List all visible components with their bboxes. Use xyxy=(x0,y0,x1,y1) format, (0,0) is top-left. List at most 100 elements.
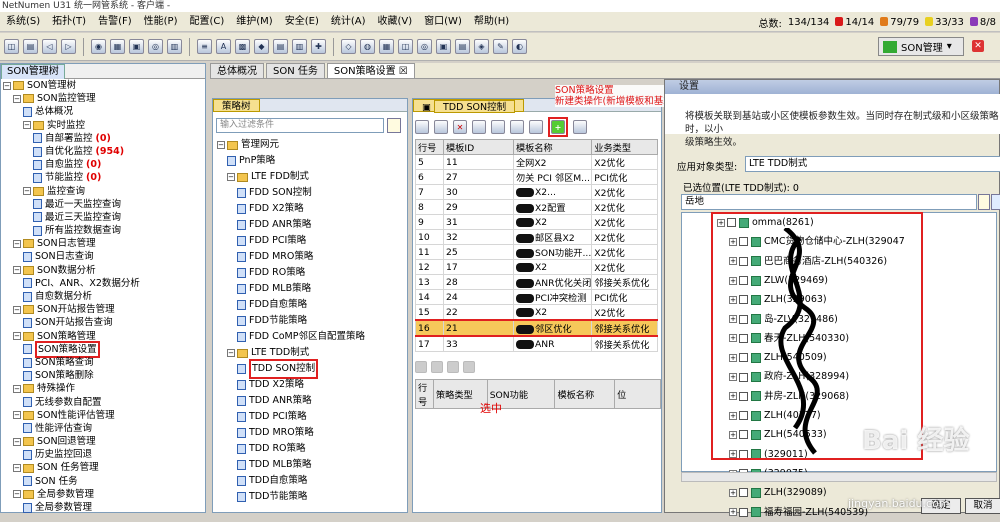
toolbar-tool-icon[interactable]: ▥ xyxy=(167,39,182,54)
tree-node[interactable]: 最近一天监控查询 xyxy=(3,198,205,211)
tree-node[interactable]: − SON性能评估管理 xyxy=(3,409,205,422)
toolbar-tool-icon[interactable]: A xyxy=(216,39,231,54)
menu-item[interactable]: 统计(A) xyxy=(325,12,372,32)
tree-node[interactable]: SON日志查询 xyxy=(3,250,205,263)
toolbar-tool-icon[interactable]: ◇ xyxy=(341,39,356,54)
alarm-warning[interactable]: 8/8 xyxy=(969,17,996,28)
menu-item[interactable]: 告警(F) xyxy=(92,12,138,32)
tab-son-strategy-settings[interactable]: SON策略设置 ☒ xyxy=(326,63,415,78)
tree-node[interactable]: TDD SON控制 xyxy=(217,359,405,379)
tree-node[interactable]: FDD SON控制 xyxy=(217,185,405,201)
tree-node[interactable]: − SON 任务管理 xyxy=(3,461,205,474)
expand-icon[interactable]: − xyxy=(13,239,21,248)
search-option-icon[interactable] xyxy=(991,194,1000,210)
expand-icon[interactable]: − xyxy=(23,187,31,196)
tree-node[interactable]: FDD X2策略 xyxy=(217,201,405,217)
tree-node[interactable]: FDD MRO策略 xyxy=(217,249,405,265)
tree-node[interactable]: TDD节能策略 xyxy=(217,489,405,505)
tree-node[interactable]: − SON监控管理 xyxy=(3,92,205,105)
tree-node[interactable]: − SON开站报告管理 xyxy=(3,303,205,316)
tree-node[interactable]: 无线参数自配置 xyxy=(3,396,205,409)
expand-icon[interactable]: − xyxy=(13,384,21,393)
tree-node[interactable]: 自部署监控 (0) xyxy=(3,132,205,145)
tree-node[interactable]: 全局参数管理 xyxy=(3,501,205,514)
tree-node[interactable]: SON策略设置 xyxy=(3,340,205,358)
toolbar-tool-icon[interactable]: ◎ xyxy=(417,39,432,54)
expand-icon[interactable]: + xyxy=(729,488,737,497)
table-row[interactable]: 6 27 勿关 PCI 邻区M... PCI优化 xyxy=(415,169,659,185)
table-row[interactable]: 7 30 X2... X2优化 xyxy=(415,184,659,200)
expand-icon[interactable]: − xyxy=(23,121,31,130)
lower-tool-icon[interactable] xyxy=(415,361,427,373)
tree-node[interactable]: TDD MLB策略 xyxy=(217,457,405,473)
edit-icon[interactable] xyxy=(434,120,448,134)
export-icon[interactable] xyxy=(510,120,524,134)
tree-node[interactable]: − 实时监控 xyxy=(3,119,205,132)
expand-icon[interactable]: − xyxy=(227,349,235,357)
refresh-icon[interactable] xyxy=(529,120,543,134)
toolbar-tool-icon[interactable]: ▤ xyxy=(273,39,288,54)
lower-tool-icon[interactable] xyxy=(431,361,443,373)
tree-node[interactable]: TDD ANR策略 xyxy=(217,393,405,409)
tree-node[interactable]: TDD自愈策略 xyxy=(217,473,405,489)
table-row[interactable]: 8 29 X2配置 X2优化 xyxy=(415,199,659,215)
menu-item[interactable]: 拓扑(T) xyxy=(46,12,92,32)
column-header[interactable]: 业务类型 xyxy=(591,139,659,155)
location-search-input[interactable]: 岳地 xyxy=(681,194,977,210)
tree-node[interactable]: FDD PCI策略 xyxy=(217,233,405,249)
column-header[interactable]: 行号 xyxy=(415,379,434,409)
expand-icon[interactable]: − xyxy=(13,490,21,499)
tree-node[interactable]: TDD MRO策略 xyxy=(217,425,405,441)
horizontal-scrollbar[interactable] xyxy=(681,472,997,482)
expand-icon[interactable]: − xyxy=(13,332,21,341)
column-header[interactable]: 模板ID xyxy=(443,139,514,155)
import-icon[interactable] xyxy=(491,120,505,134)
tree-node[interactable]: SON开站报告查询 xyxy=(3,316,205,329)
toolbar-tool-icon[interactable]: ▣ xyxy=(436,39,451,54)
toolbar-tool-icon[interactable]: ▩ xyxy=(235,39,250,54)
column-header[interactable]: 模板名称 xyxy=(512,139,593,155)
table-row[interactable]: 5 11 全网X2 X2优化 xyxy=(415,154,659,170)
expand-icon[interactable]: − xyxy=(13,464,21,473)
tab-son-tree[interactable]: SON管理树 xyxy=(1,64,65,79)
menu-item[interactable]: 系统(S) xyxy=(0,12,46,32)
tree-node[interactable]: − 管理网元 xyxy=(217,137,405,153)
toolbar-tool-icon[interactable]: ▦ xyxy=(110,39,125,54)
toolbar-tool-icon[interactable]: ◎ xyxy=(148,39,163,54)
tree-node[interactable]: − SON策略管理 xyxy=(3,330,205,343)
filter-icon[interactable] xyxy=(387,118,401,133)
tree-node[interactable]: PCI、ANR、X2数据分析 xyxy=(3,277,205,290)
tree-node[interactable]: − SON数据分析 xyxy=(3,264,205,277)
tree-node[interactable]: TDD PCI策略 xyxy=(217,409,405,425)
tree-node[interactable]: − 特殊操作 xyxy=(3,382,205,395)
lower-tool-icon[interactable] xyxy=(463,361,475,373)
menu-item[interactable]: 收藏(V) xyxy=(372,12,419,32)
alarm-major[interactable]: 79/79 xyxy=(880,17,919,28)
tree-node[interactable]: 自愈数据分析 xyxy=(3,290,205,303)
menu-item[interactable]: 配置(C) xyxy=(183,12,230,32)
tab-son-task[interactable]: SON 任务 xyxy=(266,63,325,78)
toolbar-tool-icon[interactable]: ≡ xyxy=(197,39,212,54)
tree-node[interactable]: FDD ANR策略 xyxy=(217,217,405,233)
object-type-select[interactable]: LTE TDD制式 xyxy=(745,156,1000,172)
menu-item[interactable]: 安全(E) xyxy=(279,12,325,32)
expand-icon[interactable]: − xyxy=(227,173,235,181)
tree-node[interactable]: − SON日志管理 xyxy=(3,237,205,250)
tree-node[interactable]: FDD MLB策略 xyxy=(217,281,405,297)
toolbar-tool-icon[interactable]: ◉ xyxy=(91,39,106,54)
toolbar-tool-icon[interactable]: ▤ xyxy=(23,39,38,54)
expand-icon[interactable]: − xyxy=(3,81,11,90)
toolbar-tool-icon[interactable]: ▣ xyxy=(129,39,144,54)
table-row[interactable]: 11 25 SON功能开... X2优化 xyxy=(415,244,659,260)
column-header[interactable]: 位 xyxy=(614,379,661,409)
checkbox[interactable] xyxy=(739,507,748,517)
close-icon[interactable]: ✕ xyxy=(972,40,984,52)
toolbar-tool-icon[interactable]: ◍ xyxy=(360,39,375,54)
toolbar-tool-icon[interactable]: ✚ xyxy=(311,39,326,54)
toolbar-tool-icon[interactable]: ◁ xyxy=(42,39,57,54)
add-association-button[interactable]: + xyxy=(548,117,568,137)
tree-node[interactable]: 自优化监控 (954) xyxy=(3,145,205,158)
expand-icon[interactable]: − xyxy=(13,437,21,446)
column-header[interactable]: 行号 xyxy=(415,139,444,155)
copy-icon[interactable] xyxy=(472,120,486,134)
